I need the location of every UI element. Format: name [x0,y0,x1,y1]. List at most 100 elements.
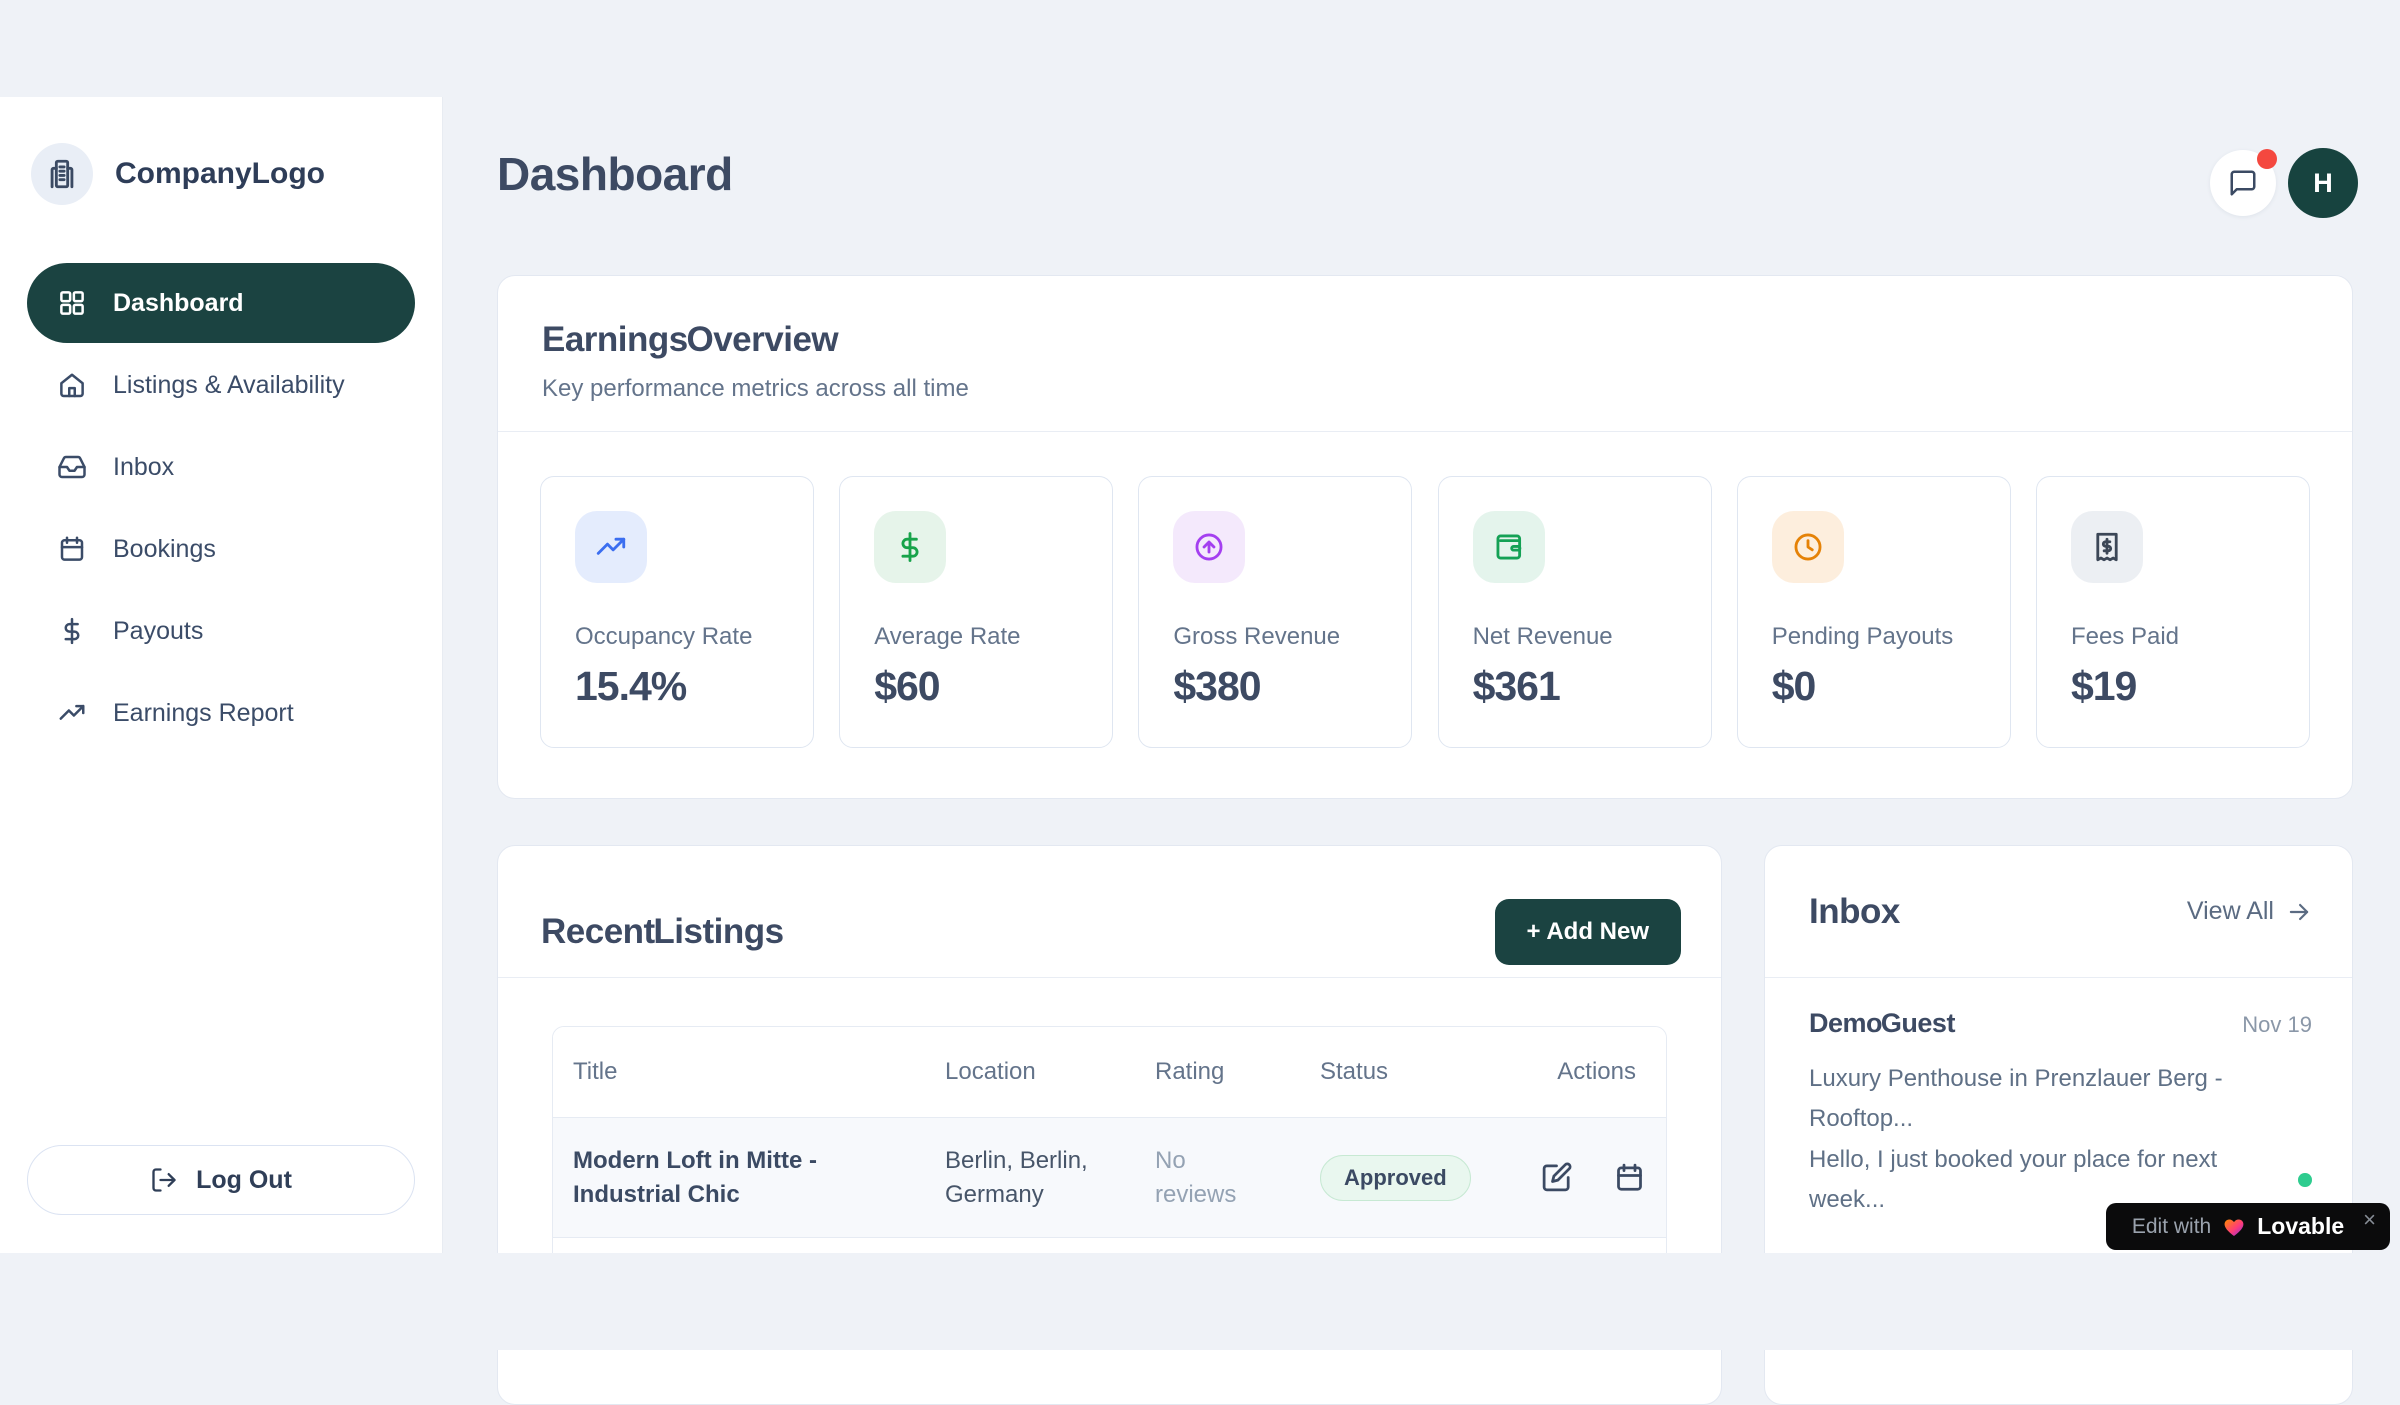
sidebar-item-label: Bookings [113,535,216,564]
metric-icon-tile [874,511,946,583]
metric-card-fees-paid: Fees Paid $19 [2036,476,2310,748]
message-subject: Luxury Penthouse in Prenzlauer Berg - Ro… [1809,1059,2312,1140]
earnings-title: Earnings Overview [542,320,2308,360]
header-actions: H [2210,148,2358,218]
view-all-label: View All [2187,897,2274,926]
log-out-label: Log Out [196,1166,292,1195]
viewport-bottom-band [0,1253,2400,1350]
metric-label: Gross Revenue [1173,623,1377,651]
column-header-rating: Rating [1135,1058,1300,1086]
metric-value: $60 [874,663,1078,710]
calendar-icon [57,534,87,564]
column-header-actions: Actions [1520,1058,1666,1086]
table-header-row: Title Location Rating Status Actions [553,1027,1666,1117]
metric-icon-tile [1173,511,1245,583]
metric-label: Pending Payouts [1772,623,1976,651]
inbox-tray-icon [57,452,87,482]
metric-icon-tile [2071,511,2143,583]
building-icon [45,157,79,191]
wallet-icon [1492,530,1526,564]
inbox-title: Inbox [1809,892,1900,932]
view-all-link[interactable]: View All [2187,897,2312,926]
listing-status-cell: Approved [1300,1155,1520,1201]
status-badge: Approved [1320,1155,1471,1201]
sidebar-item-label: Listings & Availability [113,371,345,400]
sidebar-item-label: Payouts [113,617,203,646]
dollar-icon [893,530,927,564]
page-title: Dashboard [497,147,733,201]
column-header-location: Location [925,1058,1135,1086]
close-icon[interactable]: × [2363,1207,2376,1233]
column-header-title: Title [553,1058,925,1086]
receipt-icon [2090,530,2124,564]
dollar-icon [57,616,87,646]
sidebar-item-label: Earnings Report [113,699,294,728]
listing-location: Berlin, Berlin, Germany [925,1144,1095,1211]
home-icon [57,370,87,400]
sidebar-item-label: Inbox [113,453,174,482]
metric-icon-tile [575,511,647,583]
listing-title: Modern Loft in Mitte - Industrial Chic [553,1144,903,1211]
metric-label: Fees Paid [2071,623,2275,651]
message-sender: Demo Guest [1809,1008,1955,1039]
sidebar-item-earnings-report[interactable]: Earnings Report [27,673,415,753]
sidebar-item-bookings[interactable]: Bookings [27,509,415,589]
metric-value: $380 [1173,663,1377,710]
metric-label: Average Rate [874,623,1078,651]
lovable-prefix: Edit with [2132,1215,2211,1239]
grid-icon [57,288,87,318]
avatar[interactable]: H [2288,148,2358,218]
earnings-header: Earnings Overview Key performance metric… [498,276,2352,403]
notification-dot [2257,149,2277,169]
metric-label: Occupancy Rate [575,623,779,651]
metric-card-average-rate: Average Rate $60 [839,476,1113,748]
log-out-icon [150,1166,178,1194]
listing-rating: No reviews [1135,1144,1245,1211]
sidebar-item-listings[interactable]: Listings & Availability [27,345,415,425]
chat-bubble-icon [2228,168,2258,198]
calendar-icon[interactable] [1613,1161,1646,1194]
sidebar-item-label: Dashboard [113,289,244,318]
message-header: Demo Guest Nov 19 [1809,1008,2312,1039]
sidebar-item-dashboard[interactable]: Dashboard [27,263,415,343]
brand: CompanyLogo [31,143,415,205]
lovable-brand: Lovable [2257,1213,2344,1240]
add-new-button[interactable]: + Add New [1495,899,1681,965]
metric-icon-tile [1772,511,1844,583]
listing-actions [1520,1161,1667,1194]
table-row[interactable]: Modern Loft in Mitte - Industrial Chic B… [553,1117,1666,1237]
metric-card-net-revenue: Net Revenue $361 [1438,476,1712,748]
sidebar-item-inbox[interactable]: Inbox [27,427,415,507]
sidebar-nav: Dashboard Listings & Availability Inbox … [27,263,415,753]
metric-value: $361 [1473,663,1677,710]
metric-value: 15.4% [575,663,779,710]
column-header-status: Status [1300,1058,1520,1086]
recent-listings-header: Recent Listings + Add New [498,846,1721,978]
clock-icon [1791,530,1825,564]
sidebar-item-payouts[interactable]: Payouts [27,591,415,671]
metrics-row: Occupancy Rate 15.4% Average Rate $60 Gr… [498,432,2352,748]
inbox-header: Inbox View All [1765,846,2352,978]
metric-card-pending-payouts: Pending Payouts $0 [1737,476,2011,748]
metric-value: $19 [2071,663,2275,710]
trending-up-icon [594,530,628,564]
message-date: Nov 19 [2242,1012,2312,1038]
heart-icon [2222,1215,2246,1239]
circle-arrow-up-icon [1192,530,1226,564]
earnings-subtitle: Key performance metrics across all time [542,375,2308,403]
edit-with-lovable-badge[interactable]: Edit with Lovable × [2106,1203,2390,1250]
log-out-button[interactable]: Log Out [27,1145,415,1215]
metric-label: Net Revenue [1473,623,1677,651]
edit-icon[interactable] [1540,1161,1573,1194]
company-logo [31,143,93,205]
unread-dot [2298,1173,2312,1187]
recent-listings-title: Recent Listings [541,912,784,952]
metric-icon-tile [1473,511,1545,583]
metric-card-gross-revenue: Gross Revenue $380 [1138,476,1412,748]
earnings-overview-card: Earnings Overview Key performance metric… [497,275,2353,799]
chat-button[interactable] [2210,150,2276,216]
metric-card-occupancy-rate: Occupancy Rate 15.4% [540,476,814,748]
metric-value: $0 [1772,663,1976,710]
trending-up-icon [57,698,87,728]
brand-name: CompanyLogo [115,157,325,191]
